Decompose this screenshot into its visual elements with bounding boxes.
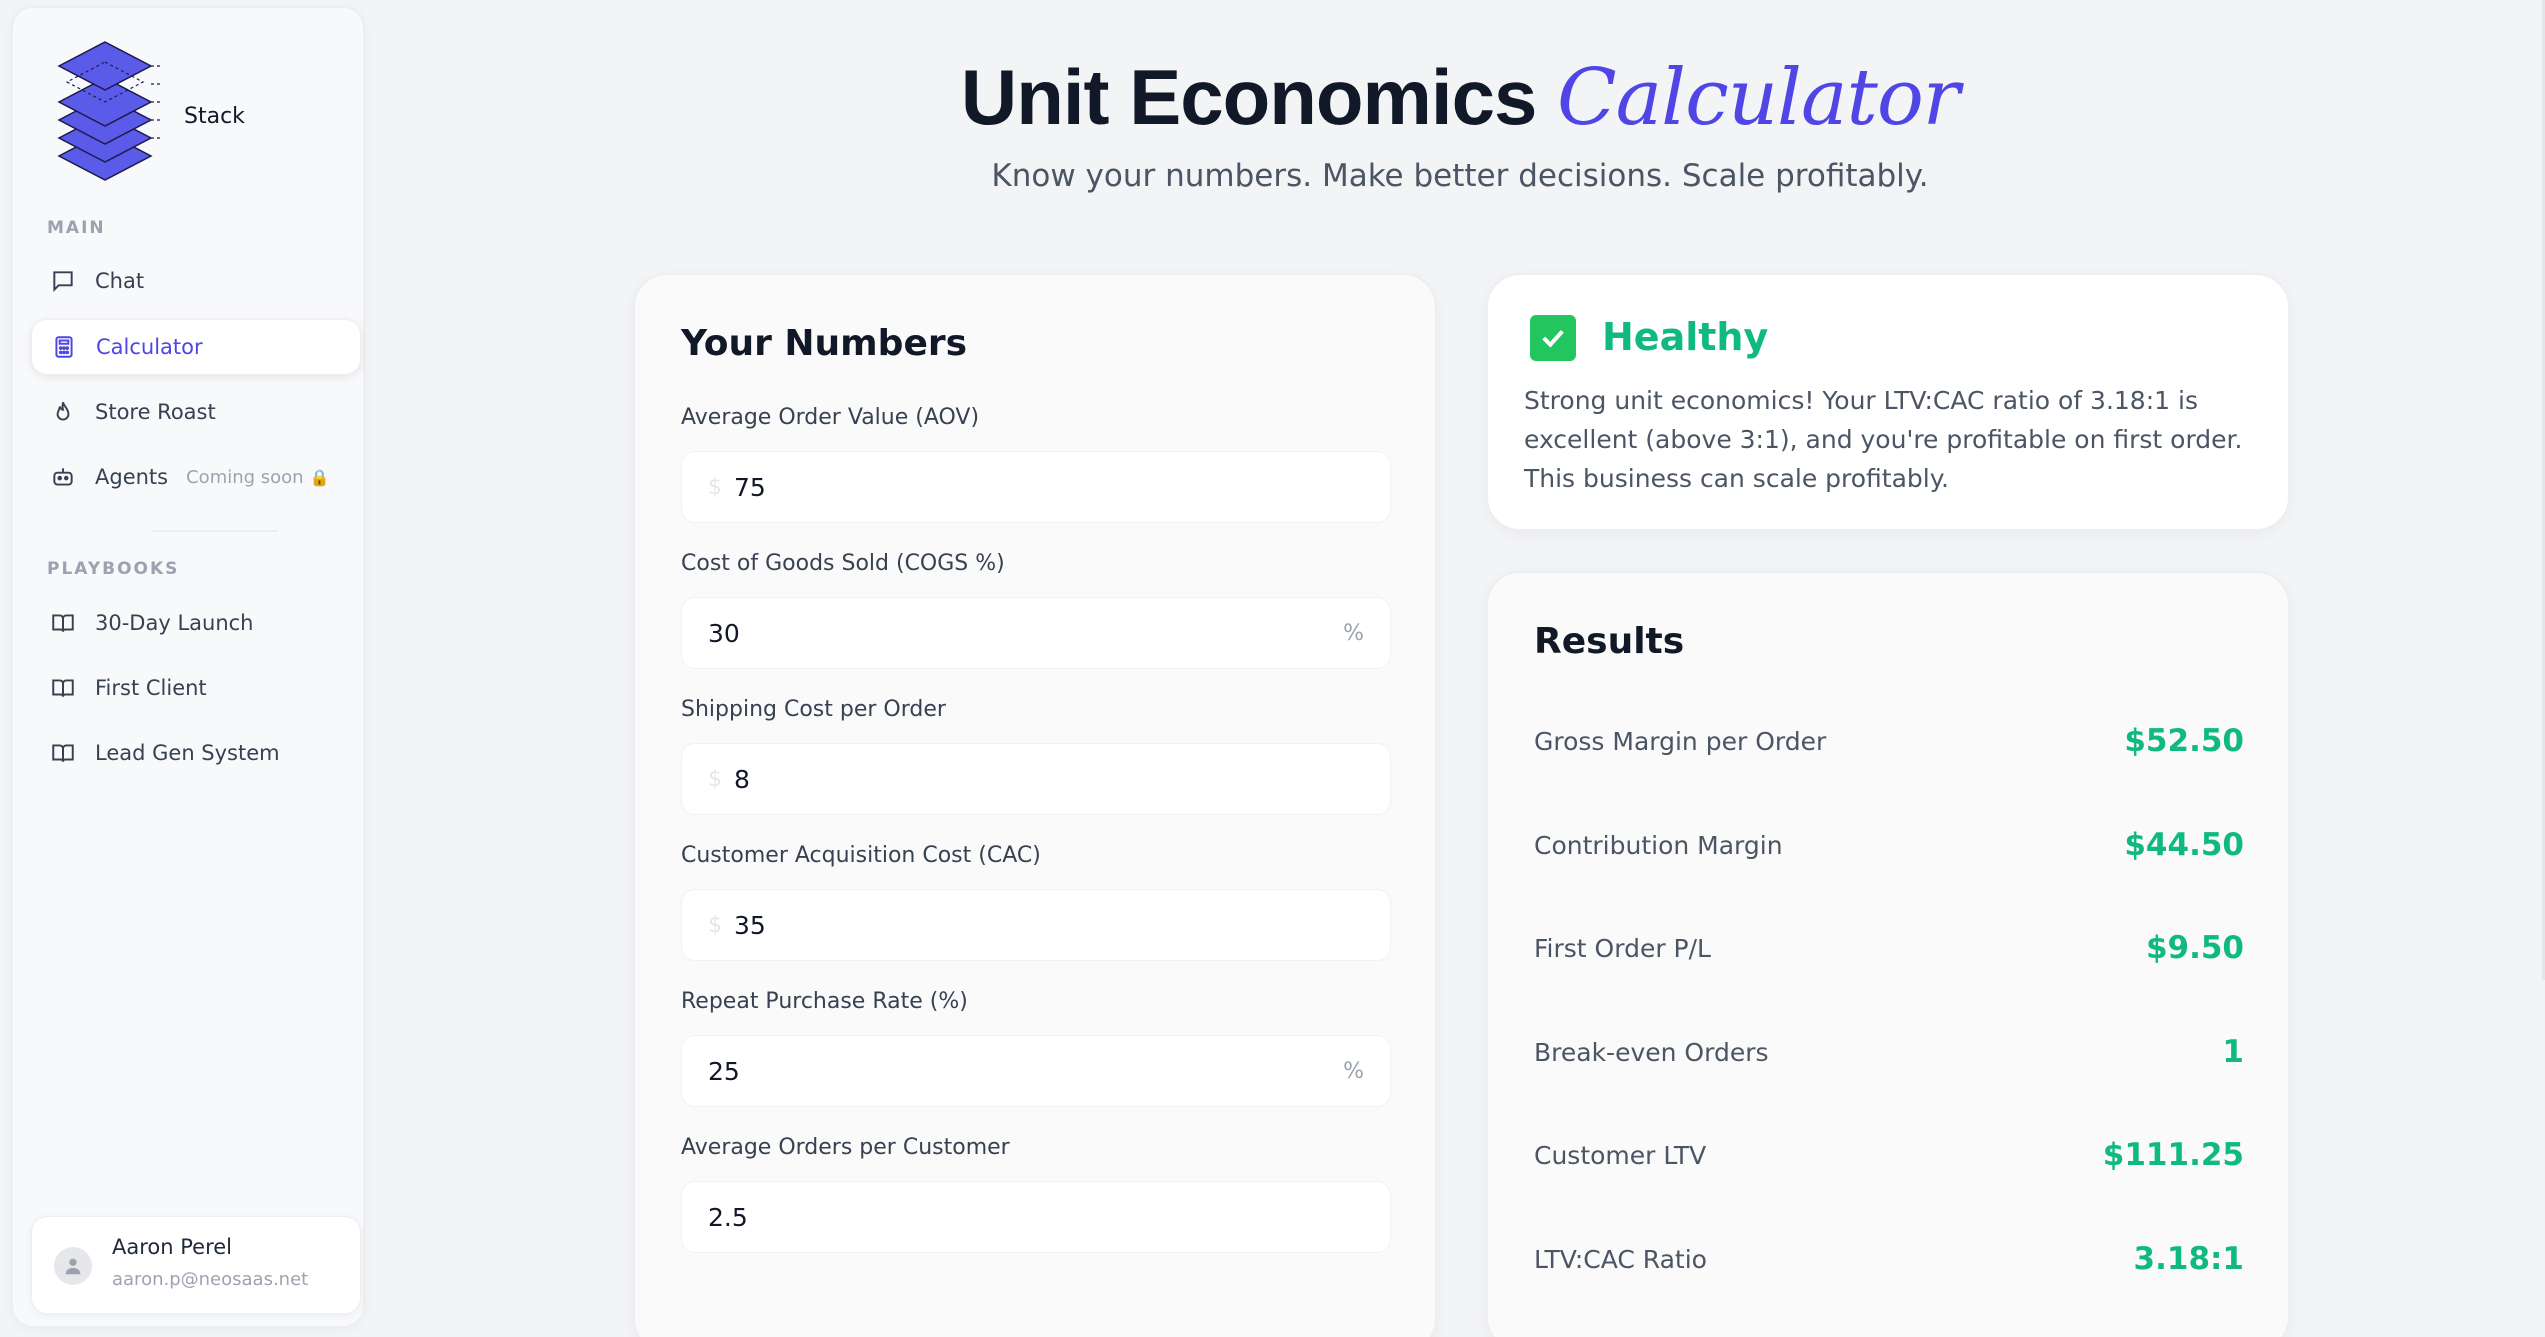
- cac-label: Customer Acquisition Cost (CAC): [681, 843, 1041, 868]
- dollar-prefix: $: [708, 912, 722, 938]
- sidebar-item-store-roast[interactable]: Store Roast: [31, 384, 361, 440]
- result-value: 3.18:1: [2133, 1241, 2244, 1277]
- section-label-main: MAIN: [47, 218, 106, 238]
- sidebar-item-lead-gen-system[interactable]: Lead Gen System: [31, 725, 361, 781]
- repeat-rate-value: 25: [708, 1056, 740, 1086]
- result-row-first-order-pl: First Order P/L $9.50: [1534, 930, 2244, 966]
- result-label: Break-even Orders: [1534, 1037, 1769, 1067]
- results-title: Results: [1534, 621, 1685, 662]
- user-icon: [65, 1258, 81, 1275]
- result-label: First Order P/L: [1534, 933, 1711, 963]
- check-icon: [1530, 315, 1576, 361]
- result-row-ltv-cac-ratio: LTV:CAC Ratio 3.18:1: [1534, 1241, 2244, 1277]
- cogs-label: Cost of Goods Sold (COGS %): [681, 551, 1005, 576]
- result-value: 1: [2222, 1034, 2244, 1070]
- flame-icon: [49, 398, 77, 426]
- result-row-contribution-margin: Contribution Margin $44.50: [1534, 827, 2244, 863]
- result-value: $111.25: [2102, 1137, 2244, 1173]
- title-accent: Calculator: [1557, 53, 1960, 143]
- shipping-value: 8: [734, 764, 750, 794]
- sidebar-item-label: Calculator: [96, 335, 203, 359]
- result-row-gross-margin: Gross Margin per Order $52.50: [1534, 723, 2244, 759]
- result-row-break-even-orders: Break-even Orders 1: [1534, 1034, 2244, 1070]
- sidebar-item-calculator[interactable]: Calculator: [31, 319, 361, 375]
- result-label: Gross Margin per Order: [1534, 726, 1827, 756]
- sidebar-item-agents[interactable]: Agents Coming soon 🔒: [31, 449, 361, 505]
- book-icon: [49, 609, 77, 637]
- book-icon: [49, 739, 77, 767]
- avg-orders-label: Average Orders per Customer: [681, 1135, 1010, 1160]
- status-card: Healthy Strong unit economics! Your LTV:…: [1486, 273, 2290, 531]
- sidebar-item-chat[interactable]: Chat: [31, 253, 361, 309]
- cac-input[interactable]: $ 35: [681, 889, 1391, 961]
- cogs-value: 30: [708, 618, 740, 648]
- avg-orders-input[interactable]: 2.5: [681, 1181, 1391, 1253]
- result-value: $44.50: [2124, 827, 2244, 863]
- aov-label: Average Order Value (AOV): [681, 405, 980, 430]
- user-name: Aaron Perel: [112, 1235, 233, 1259]
- page-subtitle: Know your numbers. Make better decisions…: [991, 158, 1929, 194]
- dollar-prefix: $: [708, 766, 722, 792]
- results-card: Results Gross Margin per Order $52.50 Co…: [1486, 571, 2290, 1337]
- aov-input[interactable]: $ 75: [681, 451, 1391, 523]
- sidebar-item-label: Agents: [95, 465, 169, 489]
- percent-suffix: %: [1343, 1058, 1364, 1084]
- sidebar: Stack MAIN Chat Calculator Store Roast A…: [11, 6, 365, 1328]
- app-root: Stack MAIN Chat Calculator Store Roast A…: [0, 0, 2545, 1337]
- chat-icon: [49, 267, 77, 295]
- result-value: $9.50: [2145, 930, 2244, 966]
- result-label: Customer LTV: [1534, 1140, 1707, 1170]
- aov-value: 75: [734, 472, 766, 502]
- coming-soon-badge: Coming soon: [186, 466, 304, 488]
- user-profile-card[interactable]: Aaron Perel aaron.p@neosaas.net: [31, 1216, 361, 1314]
- avg-orders-value: 2.5: [708, 1202, 748, 1232]
- dollar-prefix: $: [708, 474, 722, 500]
- sidebar-item-label: 30-Day Launch: [95, 611, 254, 635]
- book-icon: [49, 674, 77, 702]
- robot-icon: [49, 463, 77, 491]
- result-label: Contribution Margin: [1534, 830, 1783, 860]
- shipping-input[interactable]: $ 8: [681, 743, 1391, 815]
- sidebar-item-label: Store Roast: [95, 400, 216, 424]
- sidebar-item-label: Lead Gen System: [95, 741, 280, 765]
- result-value: $52.50: [2124, 723, 2244, 759]
- repeat-rate-input[interactable]: 25 %: [681, 1035, 1391, 1107]
- sidebar-item-30-day-launch[interactable]: 30-Day Launch: [31, 595, 361, 651]
- user-email: aaron.p@neosaas.net: [112, 1269, 309, 1290]
- lock-icon: 🔒: [309, 467, 330, 487]
- percent-suffix: %: [1343, 620, 1364, 646]
- status-description: Strong unit economics! Your LTV:CAC rati…: [1524, 386, 2243, 493]
- repeat-rate-label: Repeat Purchase Rate (%): [681, 989, 968, 1014]
- title-main: Unit Economics: [960, 53, 1537, 141]
- sidebar-divider: [153, 530, 278, 532]
- inputs-title: Your Numbers: [681, 323, 968, 364]
- avatar: [54, 1247, 92, 1285]
- page-title: Unit Economics Calculator: [0, 52, 2545, 143]
- calculator-icon: [50, 333, 78, 361]
- result-label: LTV:CAC Ratio: [1534, 1244, 1707, 1274]
- result-row-customer-ltv: Customer LTV $111.25: [1534, 1137, 2244, 1173]
- shipping-label: Shipping Cost per Order: [681, 697, 946, 722]
- section-label-playbooks: PLAYBOOKS: [47, 559, 180, 579]
- sidebar-item-label: First Client: [95, 676, 207, 700]
- cac-value: 35: [734, 910, 766, 940]
- sidebar-item-label: Chat: [95, 269, 145, 293]
- cogs-input[interactable]: 30 %: [681, 597, 1391, 669]
- inputs-card: Your Numbers Average Order Value (AOV) $…: [633, 273, 1437, 1337]
- status-title: Healthy: [1602, 315, 1769, 359]
- sidebar-item-first-client[interactable]: First Client: [31, 660, 361, 716]
